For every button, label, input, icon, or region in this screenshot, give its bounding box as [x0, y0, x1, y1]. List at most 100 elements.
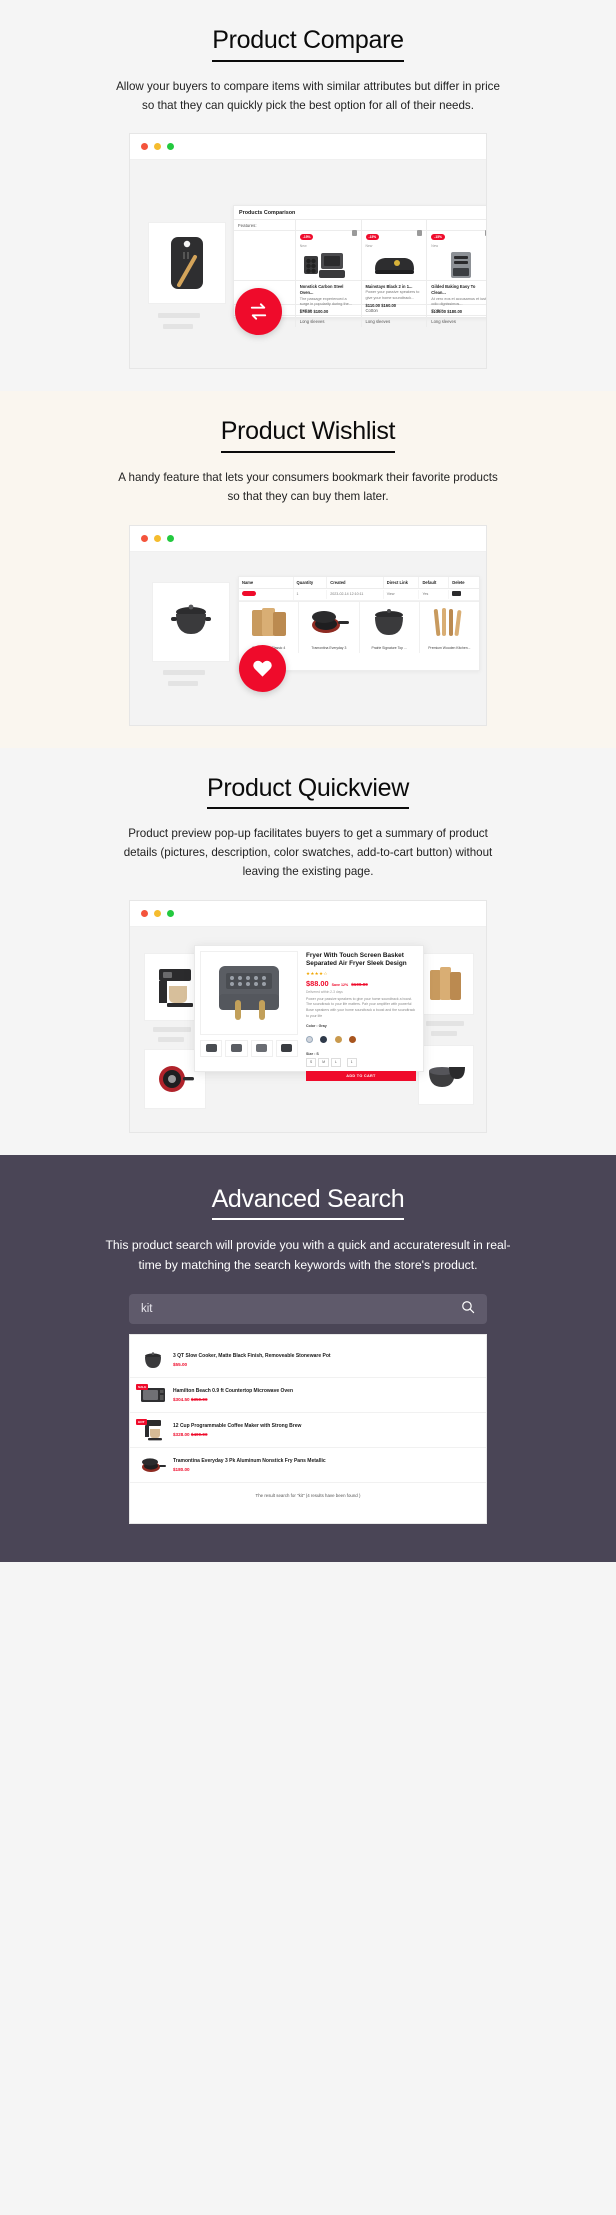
quickview-stage: close-icon [130, 927, 486, 1132]
quickview-size-options[interactable]: S M L 1 [306, 1057, 416, 1067]
result-name[interactable]: Tramontina Everyday 3 Pk Aluminum Nonsti… [173, 1458, 476, 1465]
result-name[interactable]: 3 QT Slow Cooker, Matte Black Finish, Re… [173, 1353, 476, 1360]
search-input-value: kit [141, 1303, 153, 1315]
swatch-gold[interactable] [334, 1035, 342, 1043]
trash-icon[interactable] [452, 591, 462, 597]
quickview-thumb[interactable] [200, 1039, 223, 1057]
bakeware-set-icon [304, 253, 346, 279]
product-name[interactable]: Gilded Baking Easy To Clean... [431, 284, 486, 296]
quickview-description-text: Power your passive speakers to give your… [306, 996, 416, 1018]
add-to-cart-button[interactable]: ADD TO CART [306, 1070, 416, 1081]
wishlist-fab-button[interactable] [239, 644, 286, 692]
product-image-cell: -15% New [295, 231, 361, 282]
quantity-stepper[interactable]: 1 [346, 1057, 357, 1067]
background-product-boards[interactable] [418, 952, 474, 1015]
search-result-row[interactable]: Tramontina Everyday 3 Pk Aluminum Nonsti… [130, 1448, 486, 1483]
result-thumb [140, 1349, 166, 1371]
discount-badge: -15% [299, 234, 314, 241]
quickview-image-pane [195, 946, 303, 1071]
air-fryer-icon [219, 965, 279, 1020]
quickview-main-image[interactable] [200, 950, 298, 1035]
quickview-price: $88.00 [306, 979, 329, 988]
search-result-row[interactable]: HOT 12 Cup Programmable Coffee Maker wit… [130, 1413, 486, 1448]
wishlist-cell-direct-link[interactable]: View [384, 589, 420, 599]
result-thumb: HOT [136, 1419, 166, 1441]
search-result-row[interactable]: SALE Hamilton Beach 0.9 ft Countertop Mi… [130, 1378, 486, 1413]
close-dot-icon[interactable] [141, 909, 148, 917]
size-option-l[interactable]: L [330, 1057, 341, 1067]
maximize-dot-icon[interactable] [167, 909, 174, 917]
quickview-thumbnail-strip [200, 1039, 298, 1057]
air-fryer-thumb-icon [230, 1043, 242, 1052]
new-label: New [299, 244, 307, 249]
size-option-s[interactable]: S [306, 1057, 317, 1067]
search-title-wrap: Advanced Search [0, 1185, 616, 1221]
section-product-compare: Product Compare Allow your buyers to com… [0, 0, 616, 392]
quickview-thumb[interactable] [225, 1039, 248, 1057]
product-name[interactable]: Nonstick Carbon Steel Oven... [300, 284, 357, 296]
page-title-wishlist: Product Wishlist [220, 417, 396, 454]
product-info-cell: Gilded Baking Easy To Clean... At vero e… [427, 281, 486, 314]
browser-titlebar [130, 134, 486, 161]
product-info-cell: Mainstays Black 2 in 1... Power your pas… [361, 281, 427, 308]
wishlist-placeholder-line-1 [163, 669, 205, 675]
minimize-dot-icon[interactable] [154, 534, 161, 542]
wishlist-table-row[interactable]: 1 2023-02-14 12:10:11 View Yes [239, 588, 479, 601]
quickview-color-swatches[interactable] [306, 1030, 416, 1048]
comparison-product-column: -15% New Mainstays Black 2 in 1... Power… [361, 220, 428, 328]
remove-product-cell[interactable] [361, 220, 427, 237]
search-icon[interactable] [461, 1300, 475, 1319]
remove-product-cell[interactable] [295, 220, 361, 237]
wishlist-product-grid: Cutterpeace Classic 4 Tramontina Everyda… [239, 600, 479, 654]
minimize-dot-icon[interactable] [154, 143, 161, 151]
wishlist-product-item[interactable]: Premium Wooden Kitchen... [420, 602, 479, 654]
search-result-row[interactable]: 3 QT Slow Cooker, Matte Black Finish, Re… [130, 1343, 486, 1378]
new-label: New [365, 244, 373, 249]
swatch-copper[interactable] [349, 1035, 357, 1043]
cutting-boards-icon [251, 607, 286, 636]
browser-mock-compare: Products Comparison Features: -15% New N… [129, 133, 487, 370]
wishlist-cell-delete[interactable] [449, 589, 479, 600]
quickview-price-row: $88.00 Save 12% $100.00 [306, 977, 416, 988]
remove-product-cell[interactable] [427, 220, 486, 237]
comparison-panel-title: Products Comparison [239, 210, 296, 217]
wishlist-cell-created: 2023-02-14 12:10:11 [327, 589, 384, 599]
price-current: $328.00 [173, 1432, 190, 1437]
quickview-thumb[interactable] [250, 1039, 273, 1057]
result-name[interactable]: Hamilton Beach 0.9 ft Countertop Microwa… [173, 1388, 476, 1395]
close-dot-icon[interactable] [141, 143, 148, 151]
wishlist-left-product-card[interactable] [152, 581, 230, 662]
wishlist-product-item[interactable]: Prairie Signature Top ... [360, 601, 420, 654]
wishlist-col-created: Created [327, 576, 384, 588]
browser-mock-quickview: close-icon [129, 899, 487, 1133]
quickview-modal: close-icon [194, 944, 424, 1081]
quickview-placeholder-line-1 [153, 1026, 191, 1032]
heart-icon [253, 660, 272, 677]
quickview-shipping: Delivered within 2-3 days [306, 989, 343, 994]
maximize-dot-icon[interactable] [167, 143, 174, 151]
air-fryer-thumb-icon [281, 1043, 293, 1052]
search-description: This product search will provide you wit… [105, 1238, 511, 1273]
result-name[interactable]: 12 Cup Programmable Coffee Maker with St… [173, 1423, 476, 1430]
features-label: Features: [234, 220, 295, 232]
wishlist-cell-quantity: 1 [294, 589, 328, 599]
compare-placeholder-line-1 [158, 313, 200, 319]
wishlist-product-item[interactable]: Tramontina Everyday 3 [299, 601, 360, 654]
maximize-dot-icon[interactable] [167, 534, 174, 542]
quickview-thumb[interactable] [275, 1039, 298, 1057]
compare-placeholder-line-2 [163, 324, 193, 330]
product-sleeves: Long sleeves [431, 319, 456, 325]
close-dot-icon[interactable] [141, 534, 148, 542]
size-option-m[interactable]: M [318, 1057, 329, 1067]
background-product-bowls[interactable] [418, 1044, 474, 1105]
compare-left-product-card[interactable] [148, 222, 226, 305]
slow-cooker-icon [145, 1351, 161, 1368]
slow-cooker-icon [171, 604, 211, 634]
minimize-dot-icon[interactable] [154, 909, 161, 917]
wood-boards-icon [430, 966, 461, 1000]
swatch-gray[interactable] [306, 1035, 313, 1043]
product-text: The passage experienced a surge in popul… [299, 296, 352, 307]
search-input[interactable]: kit [129, 1294, 487, 1324]
compare-fab-button[interactable] [235, 288, 282, 336]
swatch-navy[interactable] [320, 1035, 328, 1043]
